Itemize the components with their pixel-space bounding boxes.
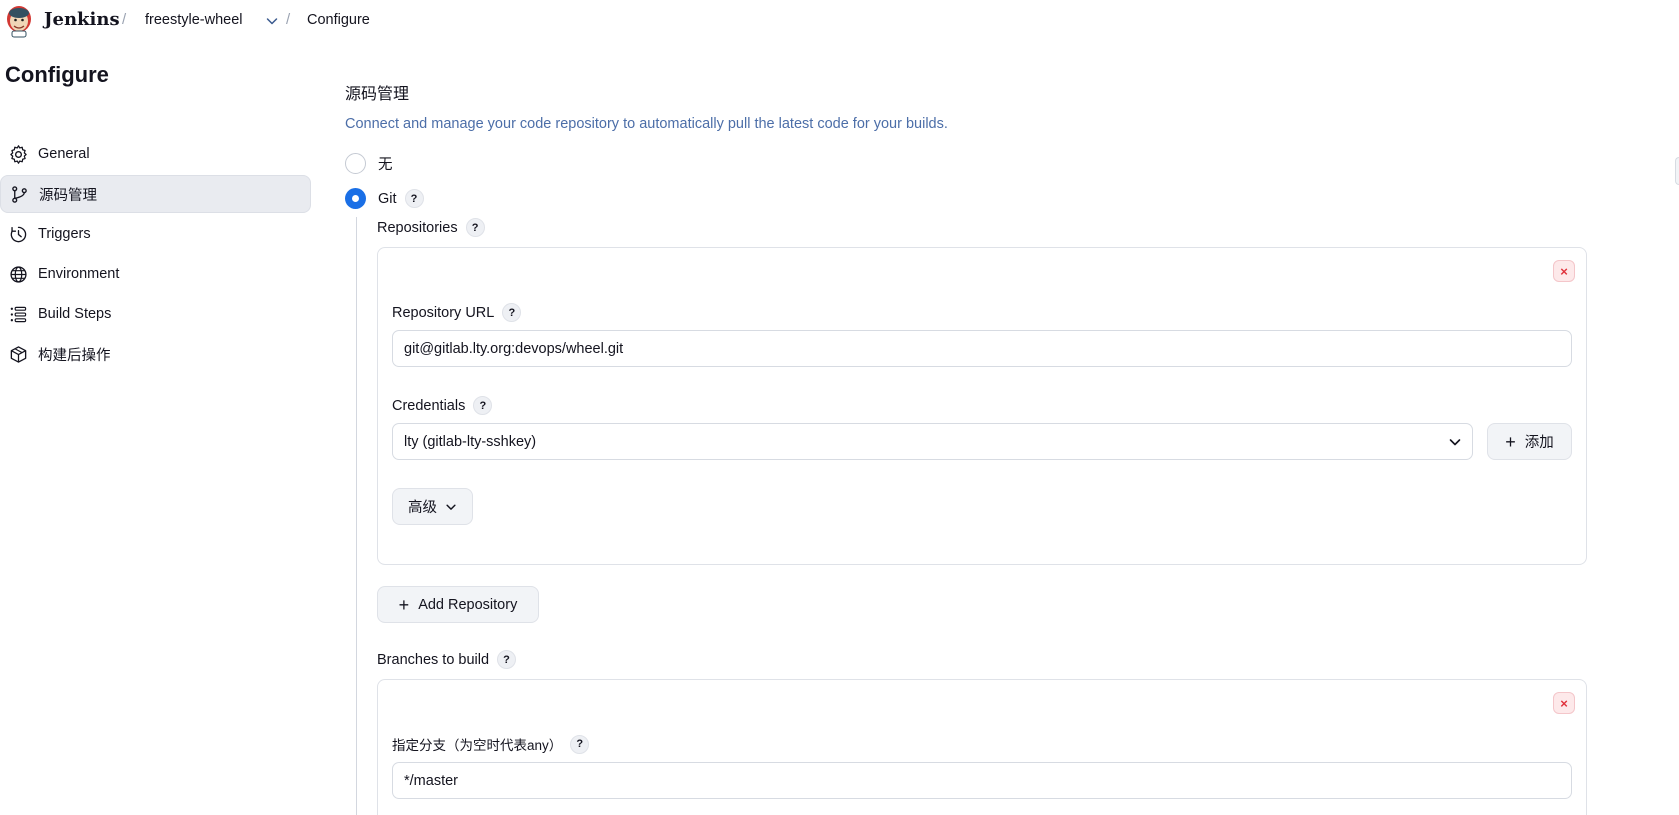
branch-specifier-label: 指定分支（为空时代表any） ?	[392, 734, 590, 754]
branches-label: Branches to build ?	[377, 650, 517, 669]
credentials-value: lty (gitlab-lty-sshkey)	[404, 433, 537, 450]
repositories-label: Repositories ?	[377, 218, 485, 237]
help-icon[interactable]: ?	[465, 218, 485, 237]
breadcrumb-job[interactable]: freestyle-wheel	[145, 12, 243, 28]
radio-option-git[interactable]: Git ?	[345, 188, 424, 209]
chevron-down-icon[interactable]	[265, 14, 279, 28]
clock-icon	[8, 224, 28, 244]
sidebar-item-general[interactable]: General	[0, 135, 311, 173]
brand-name[interactable]: Jenkins	[44, 9, 120, 30]
list-icon	[8, 304, 28, 324]
gear-icon	[8, 144, 28, 164]
nesting-line	[356, 217, 357, 815]
plus-icon: +	[1505, 431, 1516, 452]
help-icon[interactable]: ?	[502, 303, 522, 322]
sidebar-item-build-steps[interactable]: Build Steps	[0, 295, 311, 333]
breadcrumb-separator: /	[286, 11, 291, 28]
radio-git[interactable]	[345, 188, 366, 209]
branch-specifier-label-text: 指定分支（为空时代表any）	[392, 738, 563, 753]
sidebar-item-scm[interactable]: 源码管理	[0, 175, 311, 213]
add-credentials-label: 添加	[1524, 435, 1554, 451]
add-repository-button[interactable]: + Add Repository	[377, 586, 539, 623]
sidebar-nav: General 源码管理 Triggers Environment Build …	[0, 135, 311, 375]
branch-icon	[9, 184, 29, 204]
radio-label: 无	[378, 157, 393, 173]
help-icon[interactable]: ?	[570, 734, 590, 754]
sidebar-item-label: General	[38, 146, 90, 162]
radio-label: Git	[378, 190, 397, 207]
repository-url-input[interactable]: git@gitlab.lty.org:devops/wheel.git	[392, 330, 1572, 367]
close-icon[interactable]: ×	[1553, 692, 1575, 714]
sidebar-item-label: 源码管理	[39, 187, 97, 204]
help-icon[interactable]: ?	[473, 396, 493, 415]
chevron-down-icon	[1449, 439, 1461, 446]
breadcrumb-current[interactable]: Configure	[307, 12, 370, 28]
close-icon[interactable]: ×	[1553, 260, 1575, 282]
repository-url-value: git@gitlab.lty.org:devops/wheel.git	[404, 340, 624, 357]
sidebar-item-label: Triggers	[38, 226, 91, 242]
globe-icon	[8, 264, 28, 284]
cube-icon	[8, 344, 28, 364]
sidebar-item-label: Environment	[38, 266, 120, 282]
sidebar-item-environment[interactable]: Environment	[0, 255, 311, 293]
section-title: 源码管理	[345, 86, 410, 103]
sidebar-item-post-build[interactable]: 构建后操作	[0, 335, 311, 373]
chevron-down-icon	[446, 504, 456, 510]
sidebar-item-triggers[interactable]: Triggers	[0, 215, 311, 253]
plus-icon: +	[398, 594, 410, 615]
jenkins-logo-icon[interactable]	[4, 4, 34, 38]
radio-none[interactable]	[345, 153, 366, 174]
branches-label-text: Branches to build	[377, 651, 490, 668]
branch-specifier-input[interactable]: */master	[392, 762, 1572, 799]
page-title: Configure	[5, 62, 109, 87]
add-repository-label: Add Repository	[418, 596, 518, 613]
radio-option-none[interactable]: 无	[345, 153, 393, 174]
sidebar-item-label: Build Steps	[38, 306, 112, 322]
repository-card: × Repository URL ? git@gitlab.lty.org:de…	[377, 247, 1587, 565]
repositories-label-text: Repositories	[377, 219, 458, 236]
credentials-select[interactable]: lty (gitlab-lty-sshkey)	[392, 423, 1473, 460]
advanced-label: 高级	[408, 500, 437, 516]
top-bar: Jenkins / freestyle-wheel / Configure	[0, 0, 1679, 50]
credentials-label-text: Credentials	[392, 397, 466, 414]
help-icon[interactable]: ?	[404, 189, 424, 208]
sidebar-item-label: 构建后操作	[38, 347, 111, 364]
breadcrumb-separator: /	[122, 11, 127, 28]
side-panel-handle[interactable]	[1675, 157, 1679, 185]
help-icon[interactable]: ?	[497, 650, 517, 669]
repository-url-label-text: Repository URL	[392, 304, 495, 321]
section-description: Connect and manage your code repository …	[345, 116, 948, 132]
advanced-button[interactable]: 高级	[392, 488, 473, 525]
repository-url-label: Repository URL ?	[392, 303, 522, 322]
credentials-label: Credentials ?	[392, 396, 493, 415]
add-credentials-button[interactable]: + 添加	[1487, 423, 1572, 460]
branch-specifier-value: */master	[404, 772, 458, 789]
branch-card: × 指定分支（为空时代表any） ? */master	[377, 679, 1587, 815]
